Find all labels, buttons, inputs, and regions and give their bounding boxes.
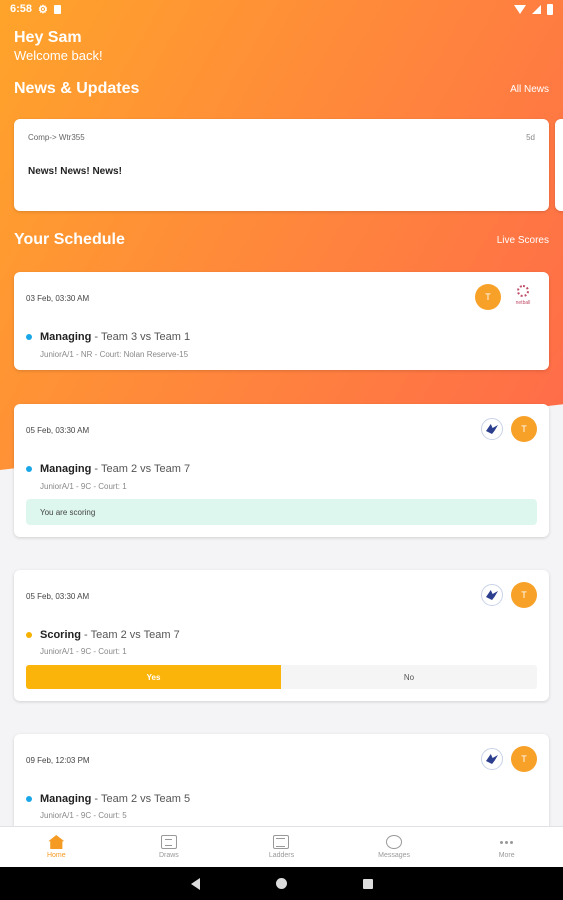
news-section-header: News & Updates All News — [14, 80, 549, 98]
status-bar: 6:58 ⚙ — [0, 0, 563, 18]
greeting: Hey Sam Welcome back! — [14, 29, 103, 63]
status-dot-icon — [26, 466, 32, 472]
match-title: Managing - Team 2 vs Team 5 — [26, 793, 190, 805]
live-scores-link[interactable]: Live Scores — [497, 235, 549, 246]
match-meta: JuniorA/1 - 9C - Court: 5 — [40, 811, 127, 820]
nav-ladders-label: Ladders — [268, 852, 295, 859]
match-role: Managing — [40, 331, 92, 343]
more-icon — [499, 835, 515, 849]
news-title: News! News! News! — [28, 166, 122, 177]
match-card[interactable]: 03 Feb, 03:30 AM T netball Managing - Te… — [14, 272, 549, 370]
match-card[interactable]: 05 Feb, 03:30 AM T Scoring - Team 2 vs T… — [14, 570, 549, 701]
news-source: Comp-> Wtr355 — [28, 133, 85, 142]
messages-icon — [386, 835, 403, 849]
match-date: 03 Feb, 03:30 AM — [26, 294, 90, 303]
match-date: 05 Feb, 03:30 AM — [26, 592, 90, 601]
ladders-icon — [273, 835, 290, 849]
no-button[interactable]: No — [281, 665, 537, 689]
status-dot-icon — [26, 796, 32, 802]
bottom-navigation: Home Draws Ladders Messages More — [0, 826, 563, 867]
next-news-card[interactable] — [555, 119, 563, 211]
greeting-subtitle: Welcome back! — [14, 48, 103, 63]
match-teams: Team 2 vs Team 5 — [101, 793, 191, 805]
match-meta: JuniorA/1 - 9C - Court: 1 — [40, 647, 127, 656]
match-card[interactable]: 05 Feb, 03:30 AM T Managing - Team 2 vs … — [14, 404, 549, 537]
sim-card-icon — [53, 4, 61, 14]
match-teams: Team 2 vs Team 7 — [90, 629, 180, 641]
club-bird-logo-icon — [481, 748, 503, 770]
nav-draws-label: Draws — [158, 852, 179, 859]
club-bird-logo-icon — [481, 584, 503, 606]
all-news-link[interactable]: All News — [510, 84, 549, 95]
match-role: Scoring — [40, 629, 81, 641]
back-icon[interactable] — [190, 877, 200, 890]
match-teams: Team 3 vs Team 1 — [101, 331, 191, 343]
nav-ladders[interactable]: Ladders — [225, 827, 338, 867]
battery-icon — [547, 3, 553, 15]
match-title: Scoring - Team 2 vs Team 7 — [26, 629, 180, 641]
nav-more[interactable]: More — [450, 827, 563, 867]
scoring-status-badge: You are scoring — [26, 499, 537, 525]
club-bird-logo-icon — [481, 418, 503, 440]
match-title: Managing - Team 3 vs Team 1 — [26, 331, 190, 343]
match-role: Managing — [40, 463, 92, 475]
news-section-title: News & Updates — [14, 80, 140, 97]
schedule-section-title: Your Schedule — [14, 231, 125, 248]
nav-home[interactable]: Home — [0, 827, 113, 867]
nav-home-label: Home — [46, 852, 66, 859]
home-icon — [48, 835, 65, 849]
match-date: 05 Feb, 03:30 AM — [26, 426, 90, 435]
yes-button[interactable]: Yes — [26, 665, 281, 689]
match-meta: JuniorA/1 - NR - Court: Nolan Reserve-15 — [40, 350, 189, 359]
schedule-section-header: Your Schedule Live Scores — [14, 231, 549, 249]
home-circle-icon[interactable] — [275, 878, 287, 889]
settings-gear-icon: ⚙ — [38, 3, 48, 16]
nav-messages-label: Messages — [378, 852, 411, 859]
greeting-title: Hey Sam — [14, 29, 82, 46]
netball-logo-icon: netball — [509, 284, 537, 310]
match-date: 09 Feb, 12:03 PM — [26, 756, 90, 765]
nav-draws[interactable]: Draws — [113, 827, 226, 867]
team-avatar: T — [511, 582, 537, 608]
nav-more-label: More — [498, 852, 515, 859]
match-title: Managing - Team 2 vs Team 7 — [26, 463, 190, 475]
wifi-icon — [514, 4, 526, 14]
cell-signal-icon — [532, 4, 541, 14]
system-navigation-bar — [0, 867, 563, 900]
draws-icon — [160, 835, 177, 849]
team-avatar: T — [475, 284, 501, 310]
news-age: 5d — [526, 133, 535, 142]
team-avatar: T — [511, 746, 537, 772]
status-time: 6:58 — [10, 3, 33, 15]
scoring-confirm-toggle: Yes No — [26, 665, 537, 689]
status-dot-icon — [26, 334, 32, 340]
match-teams: Team 2 vs Team 7 — [101, 463, 191, 475]
team-avatar: T — [511, 416, 537, 442]
recent-apps-icon[interactable] — [362, 878, 373, 889]
nav-messages[interactable]: Messages — [338, 827, 451, 867]
status-dot-icon — [26, 632, 32, 638]
news-card[interactable]: Comp-> Wtr355 5d News! News! News! — [14, 119, 549, 211]
match-meta: JuniorA/1 - 9C - Court: 1 — [40, 482, 127, 491]
match-role: Managing — [40, 793, 92, 805]
